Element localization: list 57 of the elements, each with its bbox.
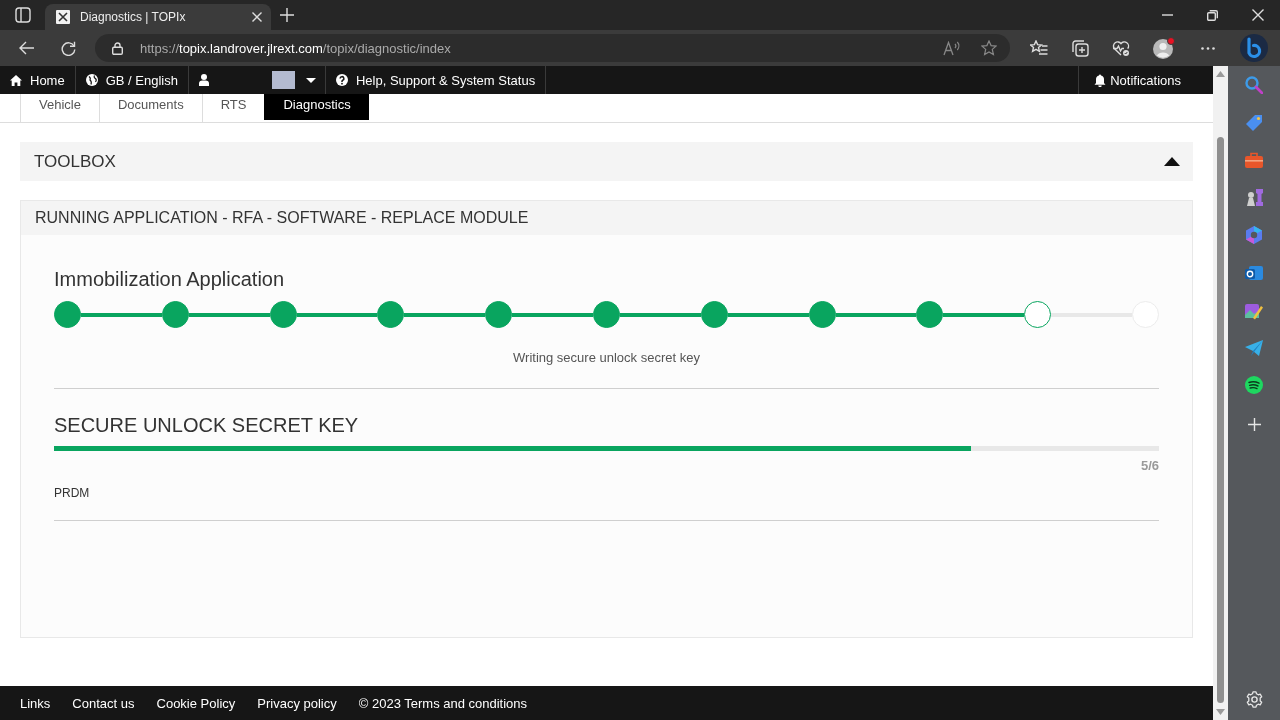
ring-tile-icon[interactable] — [1245, 264, 1263, 282]
scrollbar-thumb[interactable] — [1217, 137, 1224, 703]
caret-icon[interactable] — [1164, 157, 1180, 166]
heart-pulse-icon[interactable] — [1112, 39, 1130, 57]
step-count: 5/6 — [1139, 458, 1159, 473]
footer-link[interactable]: Links — [20, 695, 51, 711]
stacked-squares-plus-icon[interactable] — [1071, 39, 1089, 57]
module-name: PRDM — [54, 486, 91, 500]
star-list-icon[interactable] — [1030, 40, 1048, 56]
url-text: https://topix.landrover.jlrext.com/topix/diagnostic/index — [140, 40, 451, 56]
tab[interactable]: Vehicle — [20, 94, 99, 122]
restore-icon[interactable] — [1207, 9, 1218, 21]
picture-pencil-icon[interactable] — [1245, 302, 1263, 320]
close-icon[interactable] — [1251, 9, 1264, 21]
paper-plane-icon[interactable] — [1245, 340, 1263, 356]
plus-icon[interactable] — [280, 8, 294, 22]
section-title: SECURE UNLOCK SECRET KEY — [54, 413, 360, 437]
panel-title: RUNNING APPLICATION - RFA - SOFTWARE - REPLACE MODULE — [21, 201, 1192, 235]
lock-icon — [112, 41, 123, 55]
reload-icon[interactable] — [61, 40, 76, 56]
caret-icon[interactable] — [305, 77, 316, 83]
back-icon[interactable] — [19, 41, 35, 55]
read-aloud-icon[interactable] — [943, 40, 960, 56]
tab[interactable]: Documents — [98, 94, 202, 122]
site-logo-icon — [56, 10, 70, 24]
footer-link[interactable]: Privacy policy — [257, 695, 337, 711]
star-icon[interactable] — [981, 40, 997, 56]
toolbox-title: TOOLBOX — [34, 151, 116, 172]
footer-link[interactable]: © 2023 Terms and conditions — [358, 695, 528, 711]
hexagon-ring-icon[interactable] — [1245, 226, 1263, 244]
redaction-block — [271, 71, 295, 89]
bell-icon — [1094, 73, 1107, 87]
sidebar-toggle-icon[interactable] — [15, 7, 31, 23]
language-link[interactable]: GB / English — [75, 66, 189, 94]
application-title: Immobilization Application — [54, 267, 286, 291]
toolbox-icon[interactable] — [1245, 152, 1263, 168]
plus-icon[interactable] — [1247, 418, 1261, 431]
browser-tab[interactable]: Diagnostics | TOPIx — [45, 4, 271, 30]
close-icon[interactable] — [252, 12, 262, 22]
avatar-icon[interactable] — [1153, 37, 1175, 59]
chess-pieces-icon[interactable] — [1245, 188, 1263, 206]
tab-title: Diagnostics | TOPIx — [80, 10, 186, 24]
user-icon — [198, 74, 209, 86]
home-link[interactable]: Home — [0, 66, 76, 94]
tag-icon[interactable] — [1245, 114, 1263, 132]
footer-link[interactable]: Contact us — [72, 695, 135, 711]
sound-waves-icon[interactable] — [1245, 376, 1263, 394]
more-icon[interactable] — [1201, 46, 1215, 50]
tab[interactable]: Diagnostics — [264, 94, 369, 120]
home-icon — [10, 74, 22, 86]
globe-icon — [85, 74, 98, 86]
help-icon — [335, 74, 348, 86]
footer-link[interactable]: Cookie Policy — [156, 695, 236, 711]
step-caption: Writing secure unlock secret key — [512, 350, 701, 365]
b-logo-icon[interactable] — [1240, 34, 1268, 62]
address-bar[interactable]: https://topix.landrover.jlrext.com/topix/diagnostic/index — [95, 34, 1010, 62]
settings-icon[interactable] — [1245, 691, 1263, 708]
